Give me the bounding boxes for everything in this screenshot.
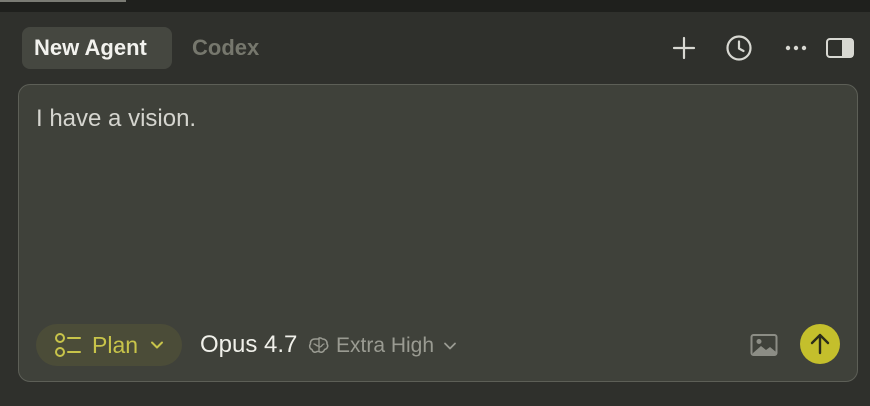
prompt-composer[interactable]: I have a vision. Plan Opus 4.7 Extra Hig… — [18, 84, 858, 382]
toggle-sidebar-button[interactable] — [822, 30, 858, 66]
attach-image-button[interactable] — [747, 330, 781, 360]
tab-bar: New Agent Codex — [0, 12, 870, 84]
image-icon — [750, 334, 778, 356]
model-selector[interactable]: Opus 4.7 — [200, 331, 297, 359]
tab-codex[interactable]: Codex — [180, 27, 271, 69]
new-tab-button[interactable] — [666, 30, 702, 66]
tab-new-agent[interactable]: New Agent — [22, 27, 172, 69]
prompt-input[interactable]: I have a vision. — [36, 105, 836, 133]
brain-icon — [308, 337, 329, 353]
history-button[interactable] — [721, 30, 757, 66]
more-options-button[interactable] — [778, 30, 814, 66]
more-horizontal-icon — [785, 45, 807, 51]
chevron-down-icon — [151, 341, 164, 349]
active-indicator — [0, 0, 126, 2]
mode-label: Plan — [92, 331, 139, 358]
effort-selector[interactable]: Extra High — [308, 332, 457, 360]
window-top-strip — [0, 0, 870, 12]
effort-label: Extra High — [336, 334, 435, 357]
send-button[interactable] — [800, 324, 840, 364]
history-clock-icon — [726, 35, 752, 61]
mode-selector[interactable]: Plan — [36, 324, 182, 366]
arrow-up-icon — [810, 333, 830, 355]
sidebar-toggle-icon — [826, 38, 854, 58]
plan-list-icon — [55, 333, 81, 357]
chevron-down-icon — [444, 342, 456, 350]
plus-icon — [672, 36, 696, 60]
